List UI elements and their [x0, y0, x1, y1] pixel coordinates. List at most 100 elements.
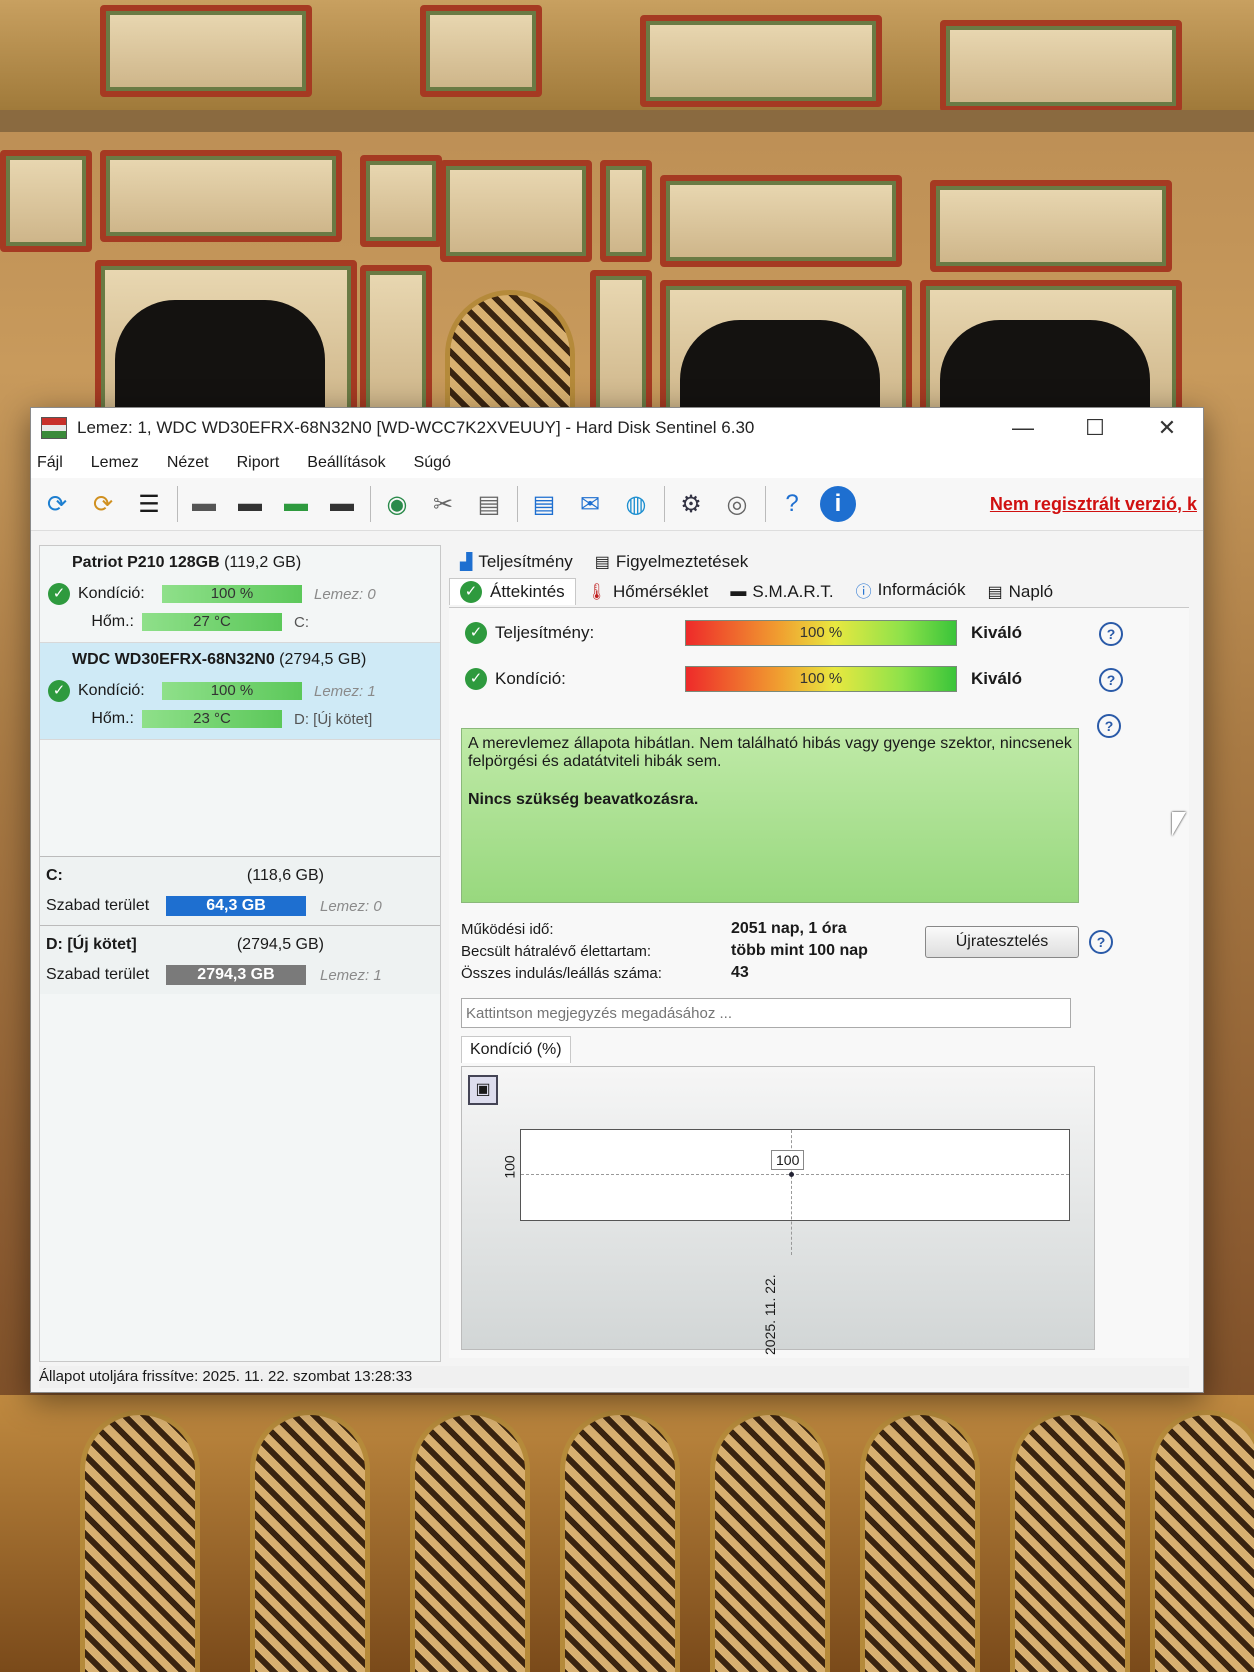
save-icon[interactable]: ▣	[468, 1075, 498, 1105]
chart-icon: ▟	[460, 554, 473, 571]
tab-label: Napló	[1008, 582, 1054, 601]
menu-disk[interactable]: Lemez	[91, 454, 139, 472]
tab-label: Információk	[877, 580, 966, 599]
help-icon[interactable]: ?	[1099, 668, 1123, 692]
network-icon[interactable]: ◍	[618, 486, 654, 522]
retest-button[interactable]: Újratesztelés	[925, 926, 1079, 958]
check-icon: ✓	[460, 581, 482, 603]
check-icon: ✓	[465, 668, 487, 690]
disk-list-icon[interactable]: ☰	[131, 486, 167, 522]
disk-search-icon[interactable]: ▬	[324, 486, 360, 522]
volume-size: (2794,5 GB)	[236, 936, 324, 953]
minimize-button[interactable]: —	[987, 415, 1059, 441]
menu-view[interactable]: Nézet	[167, 454, 209, 472]
starts-label: Összes indulás/leállás száma:	[461, 964, 662, 982]
volume-name: C:	[46, 867, 63, 884]
condition-verdict: Kiváló	[971, 669, 1023, 688]
toolbar-separator	[664, 486, 665, 522]
x-tick-label: 2025. 11. 22.	[762, 1274, 778, 1355]
disk-list-pane: Patriot P210 128GB (119,2 GB) ✓ Kondíció…	[39, 545, 441, 1362]
toolbar: ⟳ ⟳ ☰ ▬ ▬ ▬ ▬ ◉ ✂ ▤ ▤ ✉ ◍ ⚙ ◎ ? i Nem re…	[31, 478, 1203, 531]
details-pane: ▟ Teljesítmény ▤ Figyelmeztetések ✓ Áttekin…	[449, 545, 1189, 1360]
disk-ref: Lemez: 0	[320, 897, 382, 915]
sound-icon[interactable]: ◎	[719, 486, 755, 522]
disk-item-patriot[interactable]: Patriot P210 128GB (119,2 GB) ✓ Kondíció…	[40, 546, 440, 643]
help-icon[interactable]: ?	[1089, 930, 1113, 954]
disk-schedule-icon[interactable]: ▬	[232, 486, 268, 522]
status-text: A merevlemez állapota hibátlan. Nem talá…	[468, 735, 1072, 770]
tab-temperature[interactable]: 🌡 Hőmérséklet	[576, 579, 720, 605]
document-icon: ▤	[987, 584, 1003, 601]
main-tab-row: ✓ Áttekintés 🌡 Hőmérséklet ▬ S.M.A.R.T. ⓘ In…	[449, 575, 1189, 605]
status-bar: Állapot utoljára frissítve: 2025. 11. 22…	[39, 1366, 1189, 1388]
tab-information[interactable]: ⓘ Információk	[845, 575, 977, 605]
disk-surface-icon[interactable]: ▬	[186, 486, 222, 522]
tab-label: Teljesítmény	[478, 552, 573, 571]
condition-bar: 100 %	[162, 585, 302, 603]
menu-help[interactable]: Súgó	[414, 454, 451, 472]
volume-item-c[interactable]: C: (118,6 GB) Szabad terület 64,3 GB Leme…	[40, 856, 440, 925]
tools-icon[interactable]: ✂	[425, 486, 461, 522]
free-space-bar: 64,3 GB	[166, 896, 306, 916]
tab-smart[interactable]: ▬ S.M.A.R.T.	[719, 579, 844, 605]
data-point	[789, 1172, 794, 1177]
status-message-box: A merevlemez állapota hibátlan. Nem talá…	[461, 728, 1079, 903]
unregistered-version-link[interactable]: Nem regisztrált verzió, k	[990, 494, 1203, 515]
disk-name: WDC WD30EFRX-68N32N0	[72, 651, 275, 668]
disk-icon: ▬	[730, 583, 747, 600]
grid-line-vertical	[791, 1130, 792, 1255]
help-icon[interactable]: ?	[1099, 622, 1123, 646]
temp-label: Hőm.:	[91, 613, 134, 630]
disk-ok-icon[interactable]: ▬	[278, 486, 314, 522]
report-icon[interactable]: ▤	[526, 486, 562, 522]
y-tick-label: 100	[501, 1155, 518, 1179]
condition-label: Kondíció:	[78, 585, 145, 602]
volume-item-d[interactable]: D: [Új kötet] (2794,5 GB) Szabad terület …	[40, 925, 440, 994]
tab-performance[interactable]: ▟ Teljesítmény	[449, 549, 584, 575]
maximize-button[interactable]: ☐	[1059, 415, 1131, 441]
note-input[interactable]	[461, 998, 1071, 1028]
tab-label: Áttekintés	[490, 582, 565, 601]
performance-verdict: Kiváló	[971, 623, 1023, 642]
tab-condition-graph[interactable]: Kondíció (%)	[461, 1036, 571, 1063]
tab-log[interactable]: ▤ Napló	[977, 579, 1065, 605]
email-icon[interactable]: ✉	[572, 486, 608, 522]
info-icon[interactable]: i	[820, 486, 856, 522]
performance-label: Teljesítmény:	[495, 623, 595, 642]
condition-label: Kondíció:	[78, 682, 145, 699]
drive-letter: C:	[294, 613, 309, 631]
starts-value: 43	[731, 964, 749, 981]
help-icon[interactable]: ?	[1097, 714, 1121, 738]
grid-line-horizontal	[521, 1174, 1069, 1175]
temp-bar: 27 °C	[142, 613, 282, 631]
check-icon: ✓	[48, 583, 70, 605]
disk-ref: Lemez: 1	[320, 966, 382, 984]
globe-disk-icon[interactable]: ◉	[379, 486, 415, 522]
backup-icon[interactable]: ▤	[471, 486, 507, 522]
disk-ref: Lemez: 1	[314, 682, 376, 700]
lifetime-value: több mint 100 nap	[731, 942, 868, 959]
info-icon: ⓘ	[855, 584, 872, 601]
menu-settings[interactable]: Beállítások	[307, 454, 385, 472]
data-label: 100	[771, 1150, 805, 1170]
toolbar-separator	[517, 486, 518, 522]
help-icon[interactable]: ?	[774, 486, 810, 522]
free-space-label: Szabad terület	[46, 897, 150, 914]
temp-bar: 23 °C	[142, 710, 282, 728]
refresh-alert-icon[interactable]: ⟳	[85, 486, 121, 522]
disk-ref: Lemez: 0	[314, 585, 376, 603]
drive-letter: D: [Új kötet]	[294, 710, 373, 728]
tab-overview[interactable]: ✓ Áttekintés	[449, 578, 576, 605]
toolbar-separator	[370, 486, 371, 522]
close-button[interactable]: ✕	[1131, 415, 1203, 441]
menu-report[interactable]: Riport	[237, 454, 280, 472]
disk-item-wdc[interactable]: WDC WD30EFRX-68N32N0 (2794,5 GB) ✓ Kondí…	[40, 643, 440, 740]
uptime-label: Működési idő:	[461, 920, 554, 938]
volume-name: D: [Új kötet]	[46, 936, 137, 953]
tab-alerts[interactable]: ▤ Figyelmeztetések	[584, 549, 759, 575]
refresh-icon[interactable]: ⟳	[39, 486, 75, 522]
toolbar-separator	[765, 486, 766, 522]
settings-gear-icon[interactable]: ⚙	[673, 486, 709, 522]
tab-label: S.M.A.R.T.	[752, 582, 834, 601]
menu-file[interactable]: Fájl	[37, 454, 63, 472]
